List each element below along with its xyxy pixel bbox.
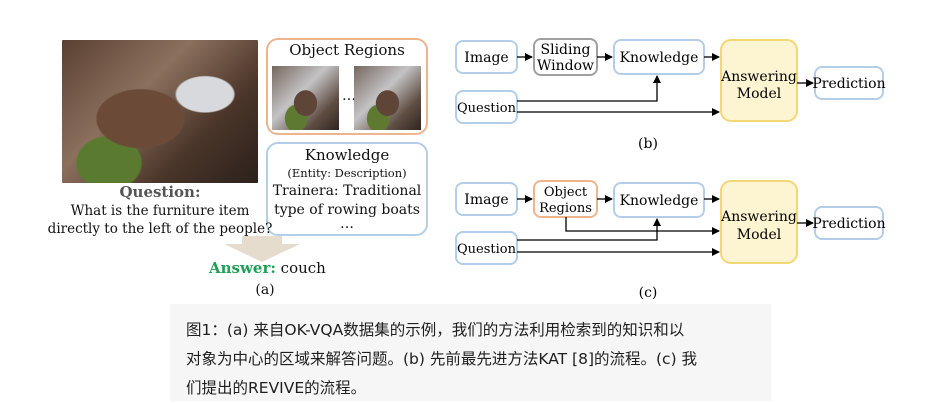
b-answering-text-2: Model [737, 86, 782, 102]
b-question-text: Question [457, 101, 517, 116]
c-object-text-2: Regions [539, 201, 592, 216]
c-answering-text-1: Answering [720, 209, 797, 225]
c-image-text: Image [464, 192, 508, 208]
c-object-text-1: Object [544, 185, 588, 200]
pipeline-diagrams: Image Sliding Window Knowledge Question … [455, 38, 886, 300]
b-sliding-text-1: Sliding [541, 42, 591, 58]
c-question-text: Question [457, 242, 517, 257]
figure-caption: 图1：(a) 来自OK-VQA数据集的示例，我们的方法利用检索到的知识和以 对象… [170, 304, 771, 401]
c-prediction-text: Prediction [812, 216, 885, 232]
b-image-text: Image [464, 50, 508, 66]
b-arrow-question-knowledge [517, 75, 661, 102]
b-sliding-text-2: Window [537, 58, 594, 74]
caption-line-1: 图1：(a) 来自OK-VQA数据集的示例，我们的方法利用检索到的知识和以 [186, 321, 685, 339]
b-answering-text-1: Answering [720, 69, 797, 85]
caption-line-3: 们提出的REVIVE的流程。 [186, 379, 367, 397]
caption-line-2: 对象为中心的区域来解答问题。(b) 先前最先进方法KAT [8]的流程。(c) … [186, 350, 698, 368]
b-knowledge-text: Knowledge [620, 50, 699, 66]
c-knowledge-text: Knowledge [620, 193, 699, 209]
c-arrow-question-knowledge [517, 218, 661, 241]
panel-b-diagram: Image Sliding Window Knowledge Question … [455, 38, 886, 152]
c-answering-text-2: Model [737, 227, 782, 243]
b-prediction-text: Prediction [812, 76, 885, 92]
panel-c-diagram: Image Object Regions Knowledge Question … [455, 180, 886, 300]
panel-c-label: (c) [639, 285, 658, 300]
panel-b-label: (b) [638, 136, 658, 152]
c-arrow-object-answering [565, 217, 720, 235]
